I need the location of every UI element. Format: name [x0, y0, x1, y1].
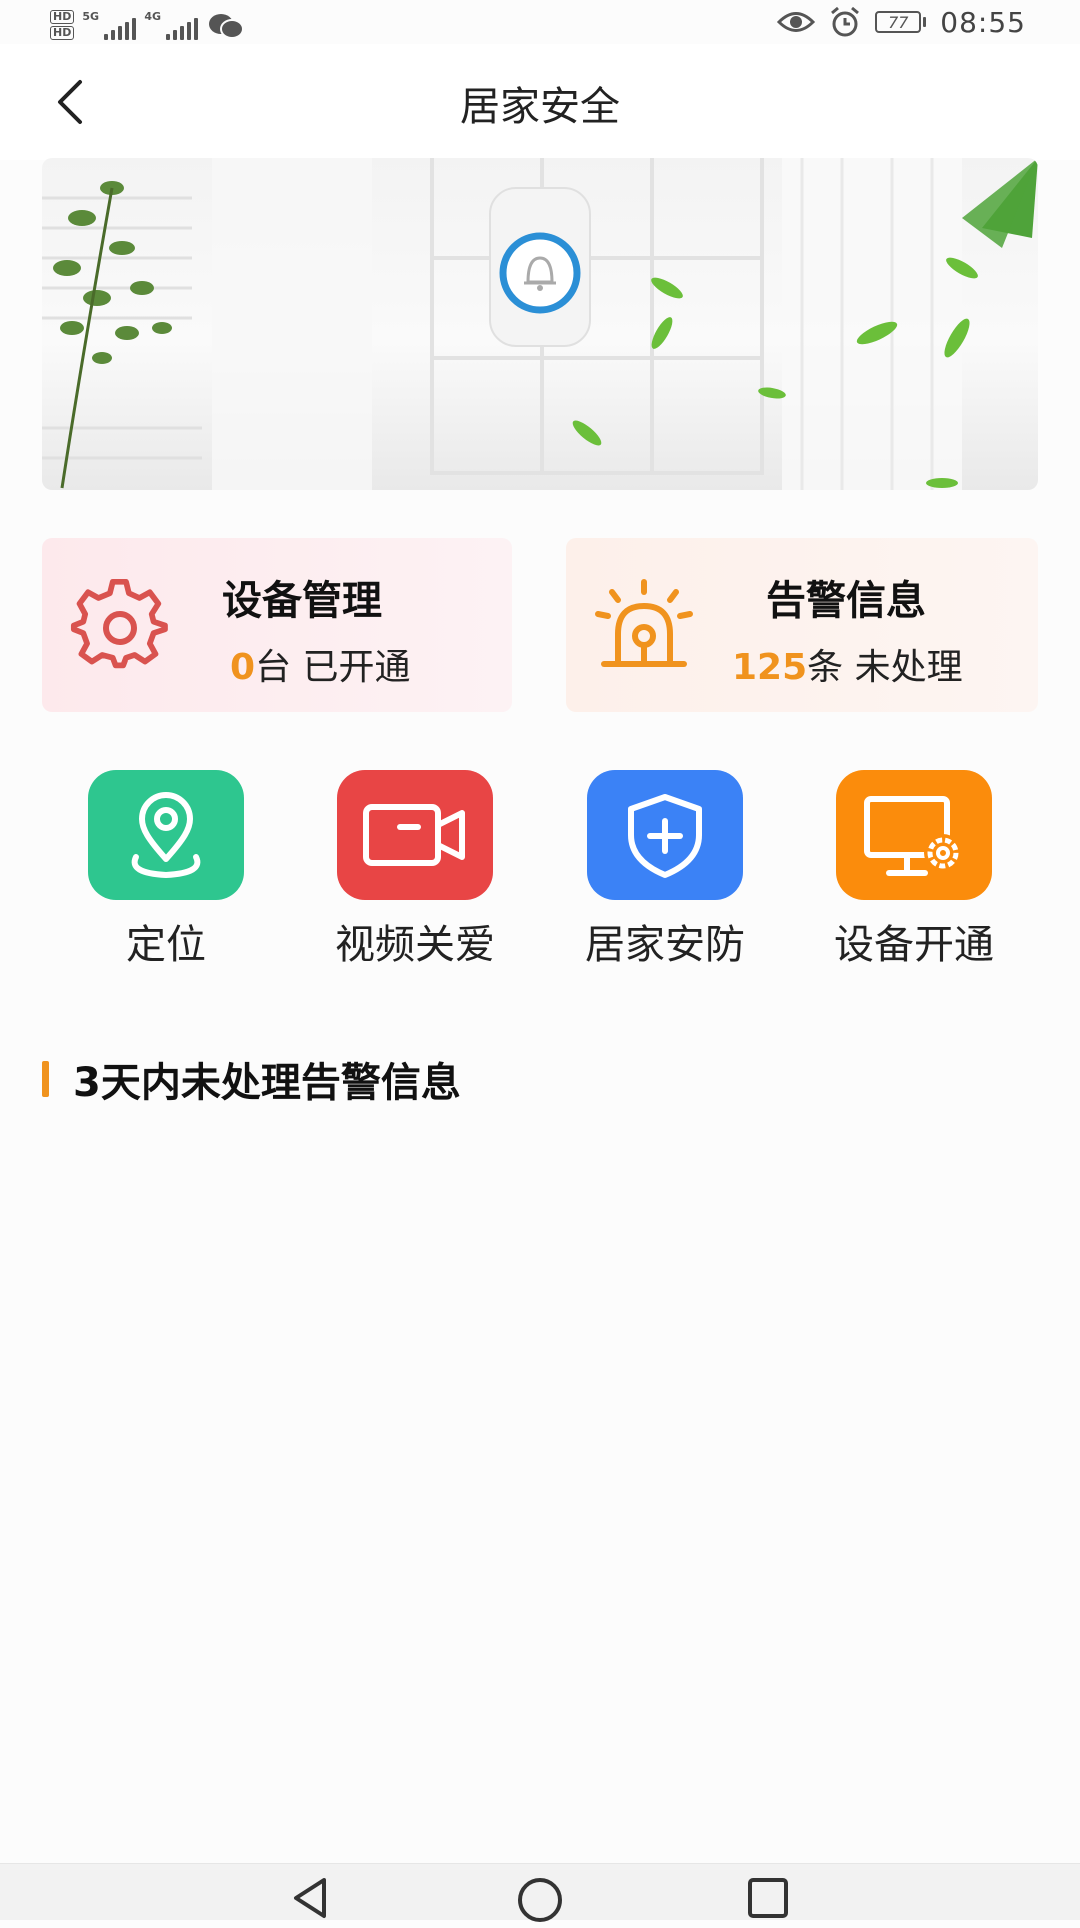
video-care-tile	[337, 770, 493, 900]
signal-4g-icon: 4G	[144, 10, 199, 40]
section-title: 3天内未处理告警信息	[73, 1060, 461, 1106]
function-label: 视频关爱	[335, 922, 495, 968]
network-5g-label: 5G	[82, 10, 100, 23]
video-camera-icon	[363, 804, 465, 866]
battery-level: 77	[875, 11, 922, 33]
status-time: 08:55	[940, 5, 1026, 39]
function-label: 设备开通	[834, 922, 994, 968]
card-title: 设备管理	[222, 578, 382, 624]
signal-bar	[187, 22, 192, 40]
page-title: 居家安全	[460, 84, 620, 130]
signal-bar	[111, 30, 116, 40]
count-unit: 台	[255, 647, 292, 688]
home-security-button[interactable]: 居家安防	[555, 770, 775, 970]
count-status: 已开通	[302, 647, 411, 688]
home-security-tile	[587, 770, 743, 900]
device-count: 0	[230, 647, 256, 688]
count-unit: 条	[807, 647, 844, 688]
network-4g-label: 4G	[144, 10, 162, 23]
signal-bar	[180, 26, 185, 40]
location-tile	[88, 770, 244, 900]
alarm-count: 125	[732, 647, 808, 688]
location-pin-icon	[131, 792, 201, 879]
square-recents-icon	[748, 1878, 788, 1918]
hd-badge-1: HD	[50, 10, 75, 24]
signal-bar	[194, 18, 199, 40]
hd-badge-2: HD	[50, 26, 75, 40]
circle-home-icon	[518, 1878, 562, 1922]
signal-bar	[125, 22, 130, 40]
section-marker	[42, 1061, 49, 1097]
monitor-gear-icon	[864, 796, 962, 876]
nav-home-button[interactable]	[516, 1876, 564, 1928]
signal-bar	[166, 34, 171, 40]
banner-illustration	[42, 158, 1038, 490]
gear-icon	[70, 578, 168, 669]
card-title: 告警信息	[766, 578, 926, 624]
count-status: 未处理	[854, 647, 963, 688]
alarm-light-icon	[595, 579, 693, 667]
device-activation-tile	[836, 770, 992, 900]
status-right: 77 08:55	[777, 4, 1026, 40]
battery-tip	[923, 17, 927, 27]
function-label: 定位	[126, 922, 206, 968]
card-subtitle: 125条 未处理	[732, 638, 963, 690]
signal-bar	[118, 26, 123, 40]
device-activation-button[interactable]: 设备开通	[804, 770, 1024, 970]
nav-back-button[interactable]	[288, 1876, 332, 1924]
shield-plus-icon	[628, 794, 702, 878]
signal-bar	[104, 34, 109, 40]
location-button[interactable]: 定位	[56, 770, 276, 970]
signal-5g-icon: 5G	[82, 10, 137, 40]
status-left: HD HD 5G 4G	[50, 4, 245, 40]
wechat-icon	[209, 14, 245, 39]
app-header: 居家安全	[0, 44, 1080, 160]
eye-icon	[777, 12, 816, 32]
card-subtitle: 0台 已开通	[230, 638, 411, 690]
function-label: 居家安防	[585, 922, 745, 968]
status-bar: HD HD 5G 4G 77 08:55	[0, 0, 1080, 44]
system-nav-bar	[0, 1863, 1080, 1922]
device-management-card[interactable]: 设备管理 0台 已开通	[42, 538, 512, 712]
hd-indicators: HD HD	[50, 10, 75, 40]
signal-bar	[173, 30, 178, 40]
nav-recents-button[interactable]	[746, 1876, 790, 1924]
video-care-button[interactable]: 视频关爱	[305, 770, 525, 970]
banner-image	[42, 158, 1038, 490]
battery-icon: 77	[875, 11, 927, 33]
unhandled-alarms-section: 3天内未处理告警信息	[42, 1050, 461, 1108]
signal-bar	[132, 18, 137, 40]
alarm-info-card[interactable]: 告警信息 125条 未处理	[566, 538, 1038, 712]
triangle-back-icon	[294, 1878, 326, 1918]
alarm-clock-icon	[831, 6, 860, 37]
